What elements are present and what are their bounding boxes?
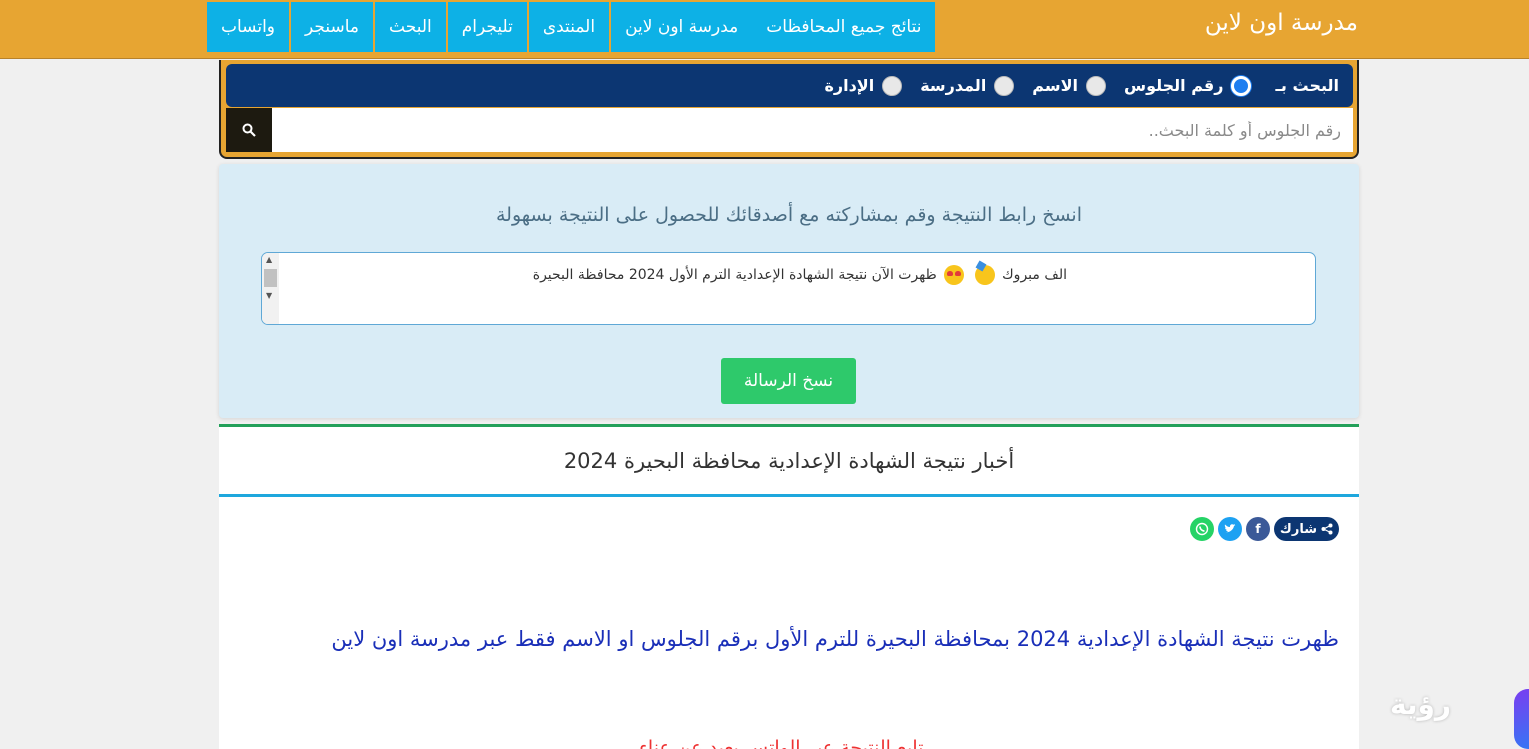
article-red-line: تابع النتيجة عبر الواتس بعيد عن عناء xyxy=(639,737,924,749)
nav-item-all-results[interactable]: نتائج جميع المحافظات xyxy=(752,2,936,52)
share-heading: انسخ رابط النتيجة وقم بمشاركته مع أصدقائ… xyxy=(496,204,1082,226)
share-panel: انسخ رابط النتيجة وقم بمشاركته مع أصدقائ… xyxy=(219,164,1359,418)
scroll-down-icon[interactable]: ▼ xyxy=(266,291,272,300)
nav-item-whatsapp[interactable]: واتساب xyxy=(207,2,290,52)
share-icon xyxy=(1321,523,1333,535)
radio-checked-icon[interactable] xyxy=(1231,75,1252,96)
radio-label: الإدارة xyxy=(824,76,875,95)
news-title: أخبار نتيجة الشهادة الإعدادية محافظة الب… xyxy=(219,424,1359,497)
radio-label: رقم الجلوس xyxy=(1123,76,1224,95)
scroll-up-icon[interactable]: ▲ xyxy=(266,255,272,264)
article-body: شارك f ظهرت نتيجة الشهادة الإعدادية 2024… xyxy=(219,497,1359,749)
nav-item-messenger[interactable]: ماسنجر xyxy=(291,2,374,52)
search-options: البحث بـ رقم الجلوس الاسم المدرسة الإدار… xyxy=(226,64,1353,107)
radio-icon[interactable] xyxy=(994,75,1015,96)
top-header: مدرسة اون لاين نتائج جميع المحافظات مدرس… xyxy=(0,0,1529,59)
radio-administration[interactable]: الإدارة xyxy=(824,75,903,96)
facebook-icon[interactable]: f xyxy=(1245,517,1270,541)
share-message-textarea[interactable]: الف مبروك ظهرت الآن نتيجة الشهادة الإعدا… xyxy=(261,252,1316,325)
copy-message-button[interactable]: نسخ الرسالة xyxy=(721,358,856,404)
message-prefix: الف مبروك xyxy=(1002,267,1067,283)
main-nav: نتائج جميع المحافظات مدرسة اون لاين المن… xyxy=(205,2,936,52)
whatsapp-phone-icon xyxy=(1195,522,1209,536)
whatsapp-icon[interactable] xyxy=(1189,517,1214,541)
watermark-logo: رؤية xyxy=(1390,688,1452,721)
radio-label: الاسم xyxy=(1032,76,1078,95)
share-message-line: الف مبروك ظهرت الآن نتيجة الشهادة الإعدا… xyxy=(533,265,1067,285)
corner-badge-icon[interactable] xyxy=(1514,689,1529,749)
nav-item-telegram[interactable]: تليجرام xyxy=(447,2,527,52)
twitter-icon[interactable] xyxy=(1217,517,1242,541)
search-icon xyxy=(242,123,256,137)
search-input[interactable] xyxy=(272,108,1353,152)
article-headline[interactable]: ظهرت نتيجة الشهادة الإعدادية 2024 بمحافظ… xyxy=(331,627,1339,651)
heart-eyes-icon xyxy=(944,265,965,285)
twitter-bird-icon xyxy=(1224,524,1236,533)
search-row xyxy=(226,108,1353,152)
scroll-thumb[interactable] xyxy=(264,269,277,287)
radio-name[interactable]: الاسم xyxy=(1032,75,1106,96)
nav-item-school-online[interactable]: مدرسة اون لاين xyxy=(611,2,753,52)
share-label: شارك xyxy=(1279,521,1317,537)
textarea-scrollbar[interactable]: ▲ ▼ xyxy=(262,253,279,324)
radio-school[interactable]: المدرسة xyxy=(920,75,1015,96)
social-share-bar: شارك f xyxy=(1189,517,1339,541)
radio-seat-number[interactable]: رقم الجلوس xyxy=(1123,75,1252,96)
party-face-icon xyxy=(974,265,995,285)
search-button[interactable] xyxy=(226,108,272,152)
message-text: ظهرت الآن نتيجة الشهادة الإعدادية الترم … xyxy=(532,267,937,283)
radio-label: المدرسة xyxy=(920,76,987,95)
nav-item-search[interactable]: البحث xyxy=(375,2,446,52)
share-tag: شارك xyxy=(1273,517,1339,541)
radio-icon[interactable] xyxy=(882,75,903,96)
share-message-second-line: ــ ــ ــ ــ ــ ــ ــ ــ ــ ــ ــ ــ ــ ـ… xyxy=(965,316,1315,325)
search-box: البحث بـ رقم الجلوس الاسم المدرسة الإدار… xyxy=(219,60,1359,159)
radio-icon[interactable] xyxy=(1085,75,1106,96)
nav-item-forum[interactable]: المنتدى xyxy=(528,2,610,52)
search-by-label: البحث بـ xyxy=(1275,76,1339,95)
site-title[interactable]: مدرسة اون لاين xyxy=(1205,10,1358,36)
